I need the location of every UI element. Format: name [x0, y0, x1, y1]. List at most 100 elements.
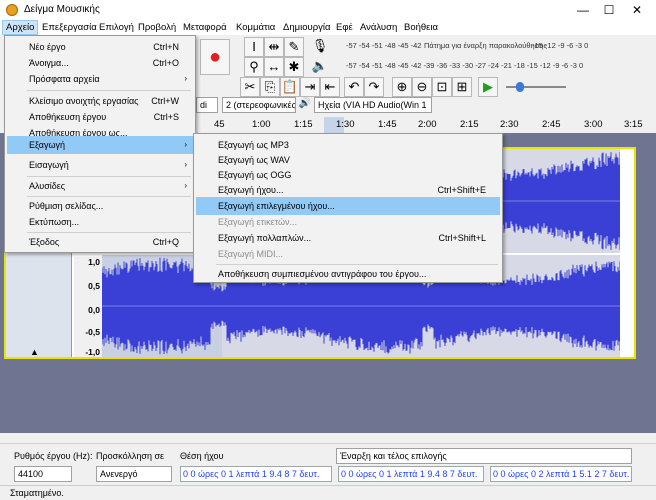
menu-item-label: Εξαγωγή ως MP3 [218, 140, 289, 150]
ruler-tick: 1:45 [378, 119, 397, 130]
shortcut-label: Ctrl+Q [152, 237, 179, 247]
menu-file[interactable]: Αρχείο [2, 20, 39, 35]
timeline-ruler[interactable]: 45 1:00 1:15 1:30 1:45 2:00 2:15 2:30 2:… [196, 117, 656, 133]
trim-icon[interactable]: ⇥ [300, 77, 320, 97]
scale-label: 0,0 [88, 305, 100, 315]
silence-icon[interactable]: ⇤ [320, 77, 340, 97]
menu-item-label: Αλυσίδες [29, 181, 66, 191]
zoom-tool-icon[interactable]: ⚲ [244, 57, 264, 77]
menu-select[interactable]: Επιλογή [96, 20, 137, 35]
fit-selection-icon[interactable]: ⊡ [432, 77, 452, 97]
project-rate-select[interactable]: 44100 [14, 466, 72, 482]
menu-item-label: Εισαγωγή [29, 160, 69, 170]
ruler-tick: 45 [214, 119, 225, 130]
play-speed-thumb[interactable] [516, 82, 524, 92]
menu-item-label: Εξαγωγή MIDI... [218, 249, 284, 259]
selection-mode-select[interactable]: Έναρξη και τέλος επιλογής [336, 448, 632, 464]
zoom-in-icon[interactable]: ⊕ [392, 77, 412, 97]
collapse-track-icon[interactable]: ▲ [30, 347, 39, 357]
record-meter-scale: -57 -54 -51 -48 -45 -42 [346, 41, 422, 50]
redo-icon[interactable]: ↷ [364, 77, 384, 97]
undo-icon[interactable]: ↶ [344, 77, 364, 97]
scale-label: -0,5 [85, 327, 100, 337]
selection-end-field[interactable]: 0 0 ώρες 0 2 λεπτά 1 5.1 2 7 δευτ. [490, 466, 632, 482]
paste-icon[interactable]: 📋 [280, 77, 300, 97]
ruler-tick: 2:45 [542, 119, 561, 130]
submenu-arrow-icon: › [184, 74, 187, 83]
vertical-scale: 1,0 0,5 0,0 -0,5 -1,0 [74, 257, 102, 357]
output-device-select[interactable]: Ηχεία (VIA HD Audio(Win 1 [314, 97, 432, 113]
ruler-tick: 3:00 [584, 119, 603, 130]
minimize-button[interactable]: — [570, 2, 596, 18]
channels-select[interactable]: 2 (στερεοφωνικές [222, 97, 296, 113]
window-title: Δείγμα Μουσικής [24, 4, 100, 15]
menu-item-exit[interactable]: Έξοδος Ctrl+Q [7, 233, 193, 251]
menu-tracks[interactable]: Κομμάτια [233, 20, 278, 35]
audio-position-field[interactable]: 0 0 ώρες 0 1 λεπτά 1 9.4 8 7 δευτ. [180, 466, 332, 482]
selection-toolbar: Ρυθμός έργου (Hz): 44100 Προσκόλληση σε … [0, 443, 656, 485]
menu-item-label: Εκτύπωση... [29, 217, 80, 227]
ruler-tick: 2:00 [418, 119, 437, 130]
menu-item-label: Έξοδος [29, 237, 60, 247]
multi-tool-icon[interactable]: ✱ [284, 57, 304, 77]
menu-item-print[interactable]: Εκτύπωση... [7, 213, 193, 231]
menu-analyze[interactable]: Ανάλυση [357, 20, 400, 35]
record-meter-scale-right: -15 -12 -9 -6 -3 0 [532, 41, 589, 50]
menu-item-label: Αποθήκευση συμπιεσμένου αντιγράφου του έ… [218, 269, 427, 279]
menu-item-label: Πρόσφατα αρχεία [29, 74, 100, 84]
file-menu: Νέο έργο Ctrl+N Άνοιγμα... Ctrl+O Πρόσφατα… [4, 35, 196, 253]
timeshift-tool-icon[interactable]: ↔ [264, 57, 284, 77]
selection-tool-icon[interactable]: I [244, 37, 264, 57]
menu-item-save-compressed[interactable]: Αποθήκευση συμπιεσμένου αντιγράφου του έ… [196, 265, 500, 283]
menu-transport[interactable]: Μεταφορά [180, 20, 230, 35]
menu-generate[interactable]: Δημιουργία [280, 20, 333, 35]
microphone-icon[interactable]: 🎙 [310, 37, 330, 57]
export-submenu: Εξαγωγή ως MP3 Εξαγωγή ως WAV Εξαγωγή ως… [193, 133, 503, 283]
play-speed-slider[interactable] [506, 86, 566, 88]
zoom-out-icon[interactable]: ⊖ [412, 77, 432, 97]
menu-effects[interactable]: Εφέ [333, 20, 356, 35]
ruler-tick: 2:30 [500, 119, 519, 130]
draw-tool-icon[interactable]: ✎ [284, 37, 304, 57]
submenu-arrow-icon: › [184, 181, 187, 190]
record-meter-hint[interactable]: Πάτημα για έναρξη παρακολούθησης [424, 41, 547, 53]
menu-item-label: Εξαγωγή ετικετών... [218, 217, 298, 227]
play-at-speed-icon[interactable]: ▶ [478, 77, 498, 97]
snap-to-label: Προσκόλληση σε [96, 451, 165, 461]
envelope-tool-icon[interactable]: ⇹ [264, 37, 284, 57]
scale-label: 0,5 [88, 281, 100, 291]
speaker-icon[interactable]: 🔈 [310, 57, 330, 77]
menu-item-chains[interactable]: Αλυσίδες › [7, 177, 193, 195]
menu-item-import[interactable]: Εισαγωγή › [7, 156, 193, 174]
record-icon[interactable]: ● [200, 39, 230, 75]
menu-item-label: Νέο έργο [29, 42, 66, 52]
playback-meter-scale: -57 -54 -51 -48 -45 -42 -39 -36 -33 -30 … [346, 61, 584, 70]
menu-item-label: Κλείσιμο ανοιχτής εργασίας [29, 96, 139, 106]
scale-label: 1,0 [88, 257, 100, 267]
copy-icon[interactable]: ⎘ [260, 77, 280, 97]
maximize-button[interactable]: ☐ [596, 2, 622, 18]
submenu-arrow-icon: › [184, 160, 187, 169]
menu-item-label: Εξαγωγή ως WAV [218, 155, 290, 165]
scale-label: -1,0 [85, 347, 100, 357]
status-bar: Σταματημένο. [0, 485, 656, 500]
project-rate-label: Ρυθμός έργου (Hz): [14, 451, 93, 461]
audio-host-select[interactable]: di [196, 97, 218, 113]
menu-item-export[interactable]: Εξαγωγή › [7, 136, 193, 154]
menu-item-label: Εξαγωγή ως OGG [218, 170, 292, 180]
menu-item-export-midi: Εξαγωγή MIDI... [196, 245, 500, 263]
menu-view[interactable]: Προβολή [135, 20, 179, 35]
close-button[interactable]: ✕ [624, 2, 650, 18]
menu-item-recent[interactable]: Πρόσφατα αρχεία › [7, 70, 193, 88]
cut-icon[interactable]: ✂ [240, 77, 260, 97]
fit-project-icon[interactable]: ⊞ [452, 77, 472, 97]
menu-edit[interactable]: Επεξεργασία [39, 20, 100, 35]
output-speaker-icon: 🔊 [298, 98, 312, 109]
menu-item-label: Εξαγωγή [29, 140, 66, 150]
audio-position-label: Θέση ήχου [180, 451, 224, 461]
menu-bar: Αρχείο Επεξεργασία Επιλογή Προβολή Μεταφ… [0, 20, 656, 35]
menu-help[interactable]: Βοήθεια [401, 20, 441, 35]
snap-to-select[interactable]: Ανενεργό [96, 466, 172, 482]
title-bar: Δείγμα Μουσικής — ☐ ✕ [0, 0, 656, 20]
selection-start-field[interactable]: 0 0 ώρες 0 1 λεπτά 1 9.4 8 7 δευτ. [338, 466, 484, 482]
